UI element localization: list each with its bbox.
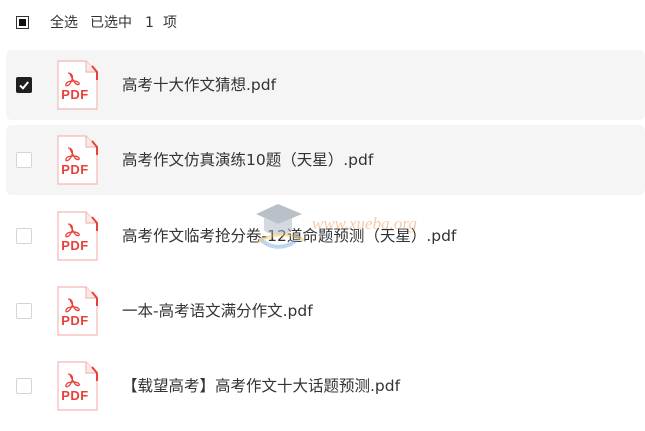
row-checkbox[interactable] xyxy=(16,228,32,244)
row-checkbox[interactable] xyxy=(16,303,32,319)
row-checkbox[interactable] xyxy=(16,77,32,93)
pdf-file-icon: PDF xyxy=(54,60,98,110)
pdf-type-label: PDF xyxy=(61,388,89,403)
file-row[interactable]: PDF 高考作文仿真演练10题（天星）.pdf xyxy=(6,125,645,195)
row-checkbox[interactable] xyxy=(16,378,32,394)
file-name[interactable]: 高考十大作文猜想.pdf xyxy=(122,75,276,95)
pdf-file-icon: PDF xyxy=(54,211,98,261)
pdf-type-label: PDF xyxy=(61,238,89,253)
file-name[interactable]: 高考作文仿真演练10题（天星）.pdf xyxy=(122,150,373,170)
file-name[interactable]: 【载望高考】高考作文十大话题预测.pdf xyxy=(122,376,400,396)
checkmark-icon xyxy=(19,81,29,90)
select-all-label[interactable]: 全选 xyxy=(50,14,78,32)
file-row[interactable]: PDF 高考十大作文猜想.pdf xyxy=(6,50,645,120)
partial-selection-indicator xyxy=(19,19,26,26)
selected-count-prefix: 已选中 xyxy=(90,15,132,31)
file-row[interactable]: PDF 高考作文临考抢分卷-12道命题预测（天星）.pdf xyxy=(6,201,645,271)
selection-toolbar: 全选 已选中 1 项 xyxy=(0,0,645,46)
file-row[interactable]: PDF 一本-高考语文满分作文.pdf xyxy=(6,276,645,346)
pdf-file-icon: PDF xyxy=(54,135,98,185)
file-list-page: 全选 已选中 1 项 PDF 高考十大作文猜想.pdf PDF 高考作文仿真演练… xyxy=(0,0,645,431)
file-row[interactable]: PDF 【载望高考】高考作文十大话题预测.pdf xyxy=(6,351,645,421)
pdf-type-label: PDF xyxy=(61,87,89,102)
pdf-file-icon: PDF xyxy=(54,361,98,411)
select-all-checkbox[interactable] xyxy=(16,16,29,29)
file-name[interactable]: 高考作文临考抢分卷-12道命题预测（天星）.pdf xyxy=(122,226,456,246)
pdf-type-label: PDF xyxy=(61,162,89,177)
pdf-type-label: PDF xyxy=(61,313,89,328)
selected-count-suffix: 项 xyxy=(163,15,177,31)
selected-count: 1 xyxy=(145,15,154,31)
file-name[interactable]: 一本-高考语文满分作文.pdf xyxy=(122,301,313,321)
row-checkbox[interactable] xyxy=(16,152,32,168)
pdf-file-icon: PDF xyxy=(54,286,98,336)
